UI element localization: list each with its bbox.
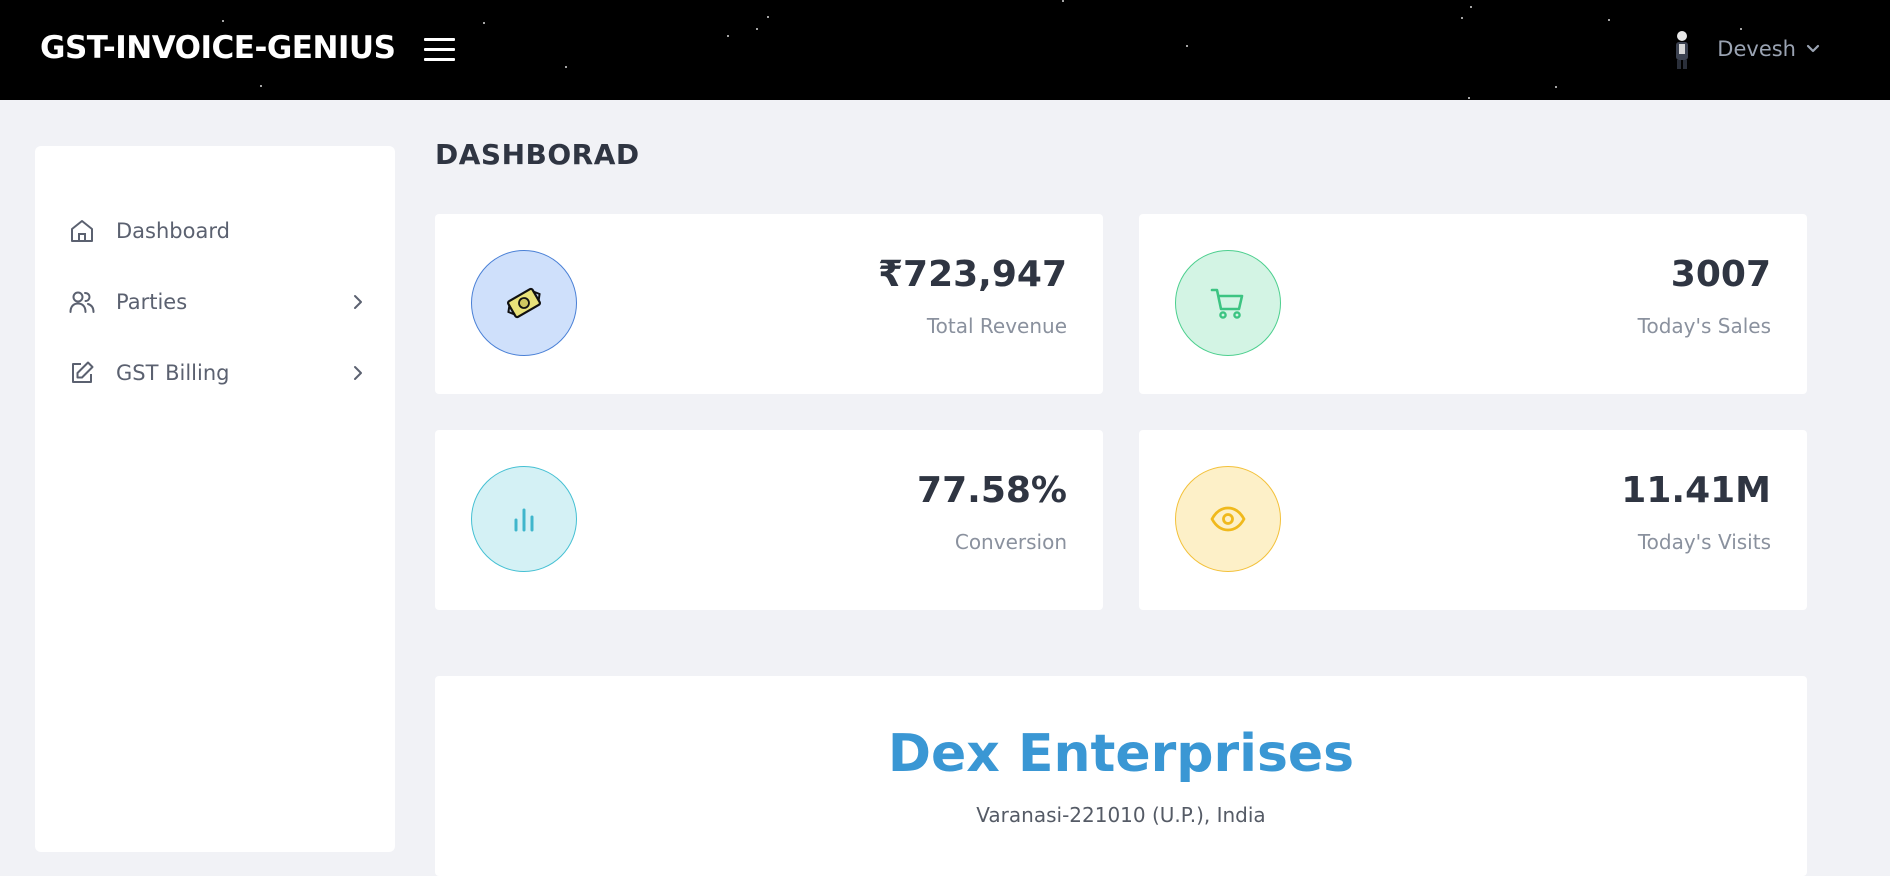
sidebar: Dashboard Parties GST Billing	[35, 146, 395, 852]
sidebar-item-label: GST Billing	[116, 361, 230, 385]
stat-card-conversion: 77.58% Conversion	[435, 430, 1103, 610]
hamburger-icon	[424, 38, 455, 41]
chevron-right-icon	[354, 366, 362, 380]
stat-value: 11.41M	[1621, 470, 1771, 511]
sidebar-item-gst-billing[interactable]: GST Billing	[69, 353, 364, 393]
chevron-down-icon	[1806, 44, 1820, 53]
stat-icon-circle	[471, 250, 577, 356]
stat-caption: Total Revenue	[926, 314, 1067, 338]
stat-caption: Conversion	[954, 530, 1067, 554]
menu-toggle-button[interactable]	[424, 38, 455, 62]
app-brand[interactable]: GST-INVOICE-GENIUS	[40, 30, 396, 66]
user-name: Devesh	[1717, 37, 1796, 61]
home-icon	[71, 220, 93, 242]
sidebar-item-parties[interactable]: Parties	[69, 282, 364, 322]
stat-icon-circle	[471, 466, 577, 572]
edit-icon	[72, 361, 94, 383]
hamburger-icon-line	[424, 58, 455, 61]
stat-icon-circle	[1175, 466, 1281, 572]
stat-value: ₹723,947	[877, 254, 1067, 295]
stat-value: 77.58%	[917, 470, 1067, 511]
page-title: DASHBORAD	[435, 138, 640, 171]
hamburger-icon-line	[424, 48, 455, 51]
stat-card-todays-visits: 11.41M Today's Visits	[1139, 430, 1807, 610]
sidebar-item-dashboard[interactable]: Dashboard	[69, 211, 364, 251]
stat-card-total-revenue: ₹723,947 Total Revenue	[435, 214, 1103, 394]
stat-caption: Today's Sales	[1637, 314, 1771, 338]
user-menu[interactable]: Devesh	[1665, 28, 1820, 70]
bar-chart-icon	[514, 508, 534, 532]
stat-card-todays-sales: 3007 Today's Sales	[1139, 214, 1807, 394]
company-name: Dex Enterprises	[887, 724, 1355, 784]
stat-value: 3007	[1670, 254, 1771, 295]
chevron-right-icon	[354, 295, 362, 309]
stat-icon-circle	[1175, 250, 1281, 356]
eye-icon	[1210, 506, 1246, 532]
money-icon	[507, 287, 541, 319]
avatar	[1665, 28, 1700, 70]
stat-caption: Today's Visits	[1637, 530, 1771, 554]
sidebar-item-label: Parties	[116, 290, 188, 314]
cart-icon	[1210, 288, 1244, 319]
users-icon	[69, 291, 95, 313]
company-address: Varanasi-221010 (U.P.), India	[976, 803, 1266, 827]
top-navbar: GST-INVOICE-GENIUS Devesh	[0, 0, 1890, 100]
sidebar-item-label: Dashboard	[116, 219, 230, 243]
company-panel: Dex Enterprises Varanasi-221010 (U.P.), …	[435, 676, 1807, 876]
